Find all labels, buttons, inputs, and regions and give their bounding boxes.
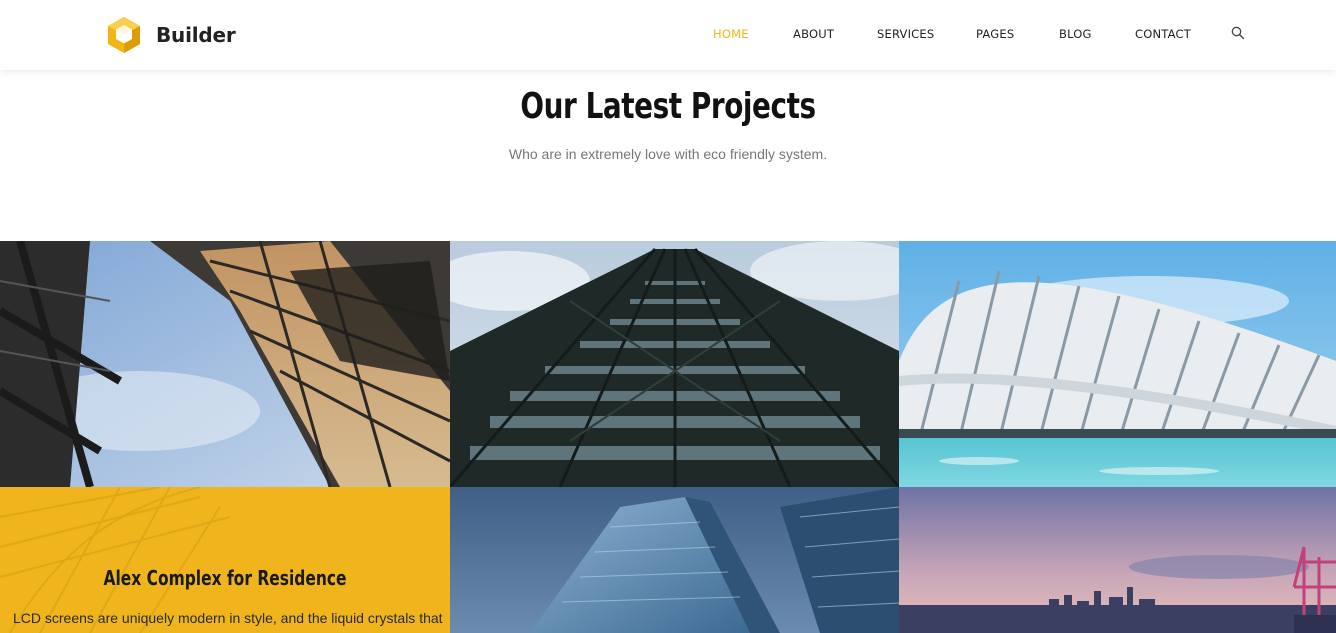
- site-header: Builder HOME ABOUT SERVICES PAGES BLOG C…: [0, 0, 1336, 70]
- project-image-5[interactable]: [450, 487, 899, 633]
- project-image-6[interactable]: [899, 487, 1336, 633]
- project-image-3[interactable]: [899, 241, 1336, 487]
- featured-project-card[interactable]: Alex Complex for Residence LCD screens a…: [0, 487, 450, 633]
- nav-item-blog[interactable]: BLOG: [1059, 27, 1092, 41]
- nav-item-home[interactable]: HOME: [713, 27, 749, 41]
- nav-item-contact[interactable]: CONTACT: [1135, 27, 1191, 41]
- featured-project-title: Alex Complex for Residence: [103, 566, 347, 590]
- brand-name: Builder: [156, 23, 236, 47]
- nav-item-services[interactable]: SERVICES: [877, 27, 934, 41]
- search-button[interactable]: [1231, 26, 1247, 42]
- featured-project-text: LCD screens are uniquely modern in style…: [13, 610, 443, 626]
- nav-item-about[interactable]: ABOUT: [793, 27, 834, 41]
- cube-logo-icon: [108, 17, 140, 53]
- project-image-2[interactable]: [450, 241, 899, 487]
- section-title: Our Latest Projects: [520, 86, 816, 127]
- section-subtitle: Who are in extremely love with eco frien…: [508, 146, 828, 162]
- search-icon: [1231, 26, 1245, 40]
- project-image-1[interactable]: [0, 241, 450, 487]
- nav-item-pages[interactable]: PAGES: [976, 27, 1014, 41]
- brand-logo[interactable]: Builder: [106, 15, 236, 55]
